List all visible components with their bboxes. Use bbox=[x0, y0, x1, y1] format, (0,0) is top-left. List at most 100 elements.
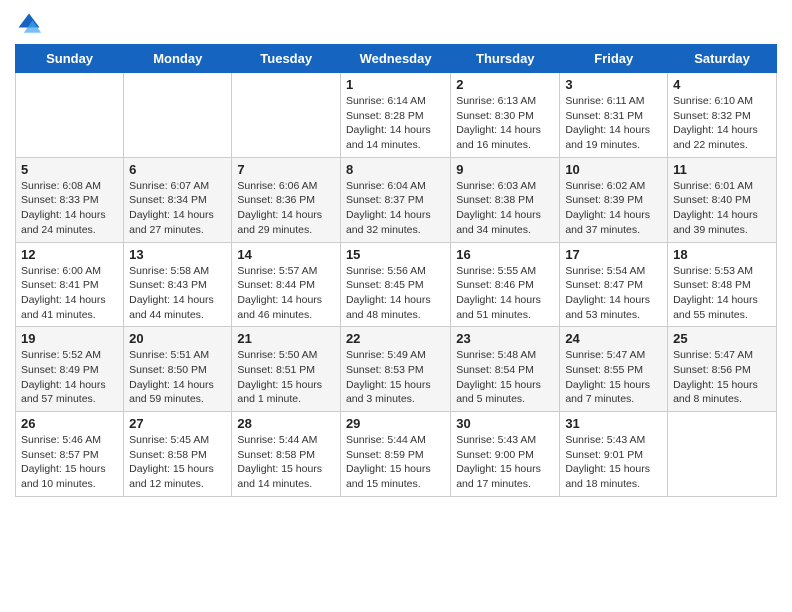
day-info: Sunrise: 5:58 AMSunset: 8:43 PMDaylight:… bbox=[129, 264, 226, 323]
day-number: 1 bbox=[346, 77, 445, 92]
day-number: 12 bbox=[21, 247, 118, 262]
calendar-cell: 22 Sunrise: 5:49 AMSunset: 8:53 PMDayligh… bbox=[340, 327, 450, 412]
day-number: 30 bbox=[456, 416, 554, 431]
calendar-cell: 20Sunrise: 5:51 AMSunset: 8:50 PMDayligh… bbox=[124, 327, 232, 412]
logo bbox=[15, 10, 47, 38]
day-number: 13 bbox=[129, 247, 226, 262]
calendar-cell: 10Sunrise: 6:02 AMSunset: 8:39 PMDayligh… bbox=[560, 157, 668, 242]
day-number: 31 bbox=[565, 416, 662, 431]
calendar-table: SundayMondayTuesdayWednesdayThursdayFrid… bbox=[15, 44, 777, 497]
calendar-cell: 5Sunrise: 6:08 AMSunset: 8:33 PMDaylight… bbox=[16, 157, 124, 242]
day-info: Sunrise: 6:10 AMSunset: 8:32 PMDaylight:… bbox=[673, 94, 771, 153]
day-number: 25 bbox=[673, 331, 771, 346]
day-number: 14 bbox=[237, 247, 335, 262]
calendar-cell: 25 Sunrise: 5:47 AMSunset: 8:56 PMDayligh… bbox=[668, 327, 777, 412]
calendar-cell: 6 Sunrise: 6:07 AMSunset: 8:34 PMDaylight… bbox=[124, 157, 232, 242]
day-info: Sunrise: 5:43 AMSunset: 9:01 PMDaylight:… bbox=[565, 433, 662, 492]
calendar-week-row: 12 Sunrise: 6:00 AMSunset: 8:41 PMDayligh… bbox=[16, 242, 777, 327]
calendar-cell: 21 Sunrise: 5:50 AMSunset: 8:51 PMDayligh… bbox=[232, 327, 341, 412]
calendar-cell bbox=[124, 73, 232, 158]
calendar-cell: 13 Sunrise: 5:58 AMSunset: 8:43 PMDayligh… bbox=[124, 242, 232, 327]
calendar-week-row: 1 Sunrise: 6:14 AMSunset: 8:28 PMDaylight… bbox=[16, 73, 777, 158]
calendar-day-header: Tuesday bbox=[232, 45, 341, 73]
day-info: Sunrise: 6:14 AMSunset: 8:28 PMDaylight:… bbox=[346, 94, 445, 153]
page: SundayMondayTuesdayWednesdayThursdayFrid… bbox=[0, 0, 792, 612]
day-number: 21 bbox=[237, 331, 335, 346]
day-info: Sunrise: 6:00 AMSunset: 8:41 PMDaylight:… bbox=[21, 264, 118, 323]
calendar-cell bbox=[16, 73, 124, 158]
day-info: Sunrise: 5:45 AMSunset: 8:58 PMDaylight:… bbox=[129, 433, 226, 492]
calendar-day-header: Thursday bbox=[451, 45, 560, 73]
calendar-cell bbox=[668, 412, 777, 497]
day-info: Sunrise: 5:49 AMSunset: 8:53 PMDaylight:… bbox=[346, 348, 445, 407]
day-number: 20 bbox=[129, 331, 226, 346]
calendar-cell: 8Sunrise: 6:04 AMSunset: 8:37 PMDaylight… bbox=[340, 157, 450, 242]
calendar-cell: 29Sunrise: 5:44 AMSunset: 8:59 PMDayligh… bbox=[340, 412, 450, 497]
calendar-cell: 19 Sunrise: 5:52 AMSunset: 8:49 PMDayligh… bbox=[16, 327, 124, 412]
day-number: 23 bbox=[456, 331, 554, 346]
day-number: 7 bbox=[237, 162, 335, 177]
header bbox=[15, 10, 777, 38]
day-info: Sunrise: 5:50 AMSunset: 8:51 PMDaylight:… bbox=[237, 348, 335, 407]
day-number: 19 bbox=[21, 331, 118, 346]
day-info: Sunrise: 6:06 AMSunset: 8:36 PMDaylight:… bbox=[237, 179, 335, 238]
calendar-cell: 30 Sunrise: 5:43 AMSunset: 9:00 PMDayligh… bbox=[451, 412, 560, 497]
calendar-cell: 14 Sunrise: 5:57 AMSunset: 8:44 PMDayligh… bbox=[232, 242, 341, 327]
day-number: 11 bbox=[673, 162, 771, 177]
day-info: Sunrise: 5:44 AMSunset: 8:58 PMDaylight:… bbox=[237, 433, 335, 492]
day-info: Sunrise: 5:47 AMSunset: 8:56 PMDaylight:… bbox=[673, 348, 771, 407]
calendar-day-header: Saturday bbox=[668, 45, 777, 73]
day-info: Sunrise: 5:53 AMSunset: 8:48 PMDaylight:… bbox=[673, 264, 771, 323]
day-info: Sunrise: 5:52 AMSunset: 8:49 PMDaylight:… bbox=[21, 348, 118, 407]
logo-icon bbox=[15, 10, 43, 38]
calendar-header-row: SundayMondayTuesdayWednesdayThursdayFrid… bbox=[16, 45, 777, 73]
day-number: 10 bbox=[565, 162, 662, 177]
calendar-cell: 2 Sunrise: 6:13 AMSunset: 8:30 PMDaylight… bbox=[451, 73, 560, 158]
day-info: Sunrise: 5:57 AMSunset: 8:44 PMDaylight:… bbox=[237, 264, 335, 323]
day-info: Sunrise: 6:13 AMSunset: 8:30 PMDaylight:… bbox=[456, 94, 554, 153]
calendar-cell: 24Sunrise: 5:47 AMSunset: 8:55 PMDayligh… bbox=[560, 327, 668, 412]
calendar-cell bbox=[232, 73, 341, 158]
calendar-cell: 4Sunrise: 6:10 AMSunset: 8:32 PMDaylight… bbox=[668, 73, 777, 158]
day-info: Sunrise: 5:46 AMSunset: 8:57 PMDaylight:… bbox=[21, 433, 118, 492]
day-info: Sunrise: 5:55 AMSunset: 8:46 PMDaylight:… bbox=[456, 264, 554, 323]
calendar-week-row: 26 Sunrise: 5:46 AMSunset: 8:57 PMDayligh… bbox=[16, 412, 777, 497]
calendar-cell: 11 Sunrise: 6:01 AMSunset: 8:40 PMDayligh… bbox=[668, 157, 777, 242]
day-number: 29 bbox=[346, 416, 445, 431]
day-number: 24 bbox=[565, 331, 662, 346]
day-number: 27 bbox=[129, 416, 226, 431]
day-number: 28 bbox=[237, 416, 335, 431]
calendar-cell: 17Sunrise: 5:54 AMSunset: 8:47 PMDayligh… bbox=[560, 242, 668, 327]
calendar-cell: 15 Sunrise: 5:56 AMSunset: 8:45 PMDayligh… bbox=[340, 242, 450, 327]
day-number: 6 bbox=[129, 162, 226, 177]
calendar-day-header: Monday bbox=[124, 45, 232, 73]
day-number: 9 bbox=[456, 162, 554, 177]
day-info: Sunrise: 6:01 AMSunset: 8:40 PMDaylight:… bbox=[673, 179, 771, 238]
day-info: Sunrise: 5:56 AMSunset: 8:45 PMDaylight:… bbox=[346, 264, 445, 323]
calendar-cell: 12 Sunrise: 6:00 AMSunset: 8:41 PMDayligh… bbox=[16, 242, 124, 327]
calendar-cell: 3 Sunrise: 6:11 AMSunset: 8:31 PMDaylight… bbox=[560, 73, 668, 158]
calendar-cell: 7 Sunrise: 6:06 AMSunset: 8:36 PMDaylight… bbox=[232, 157, 341, 242]
day-info: Sunrise: 6:08 AMSunset: 8:33 PMDaylight:… bbox=[21, 179, 118, 238]
day-number: 3 bbox=[565, 77, 662, 92]
calendar-cell: 28 Sunrise: 5:44 AMSunset: 8:58 PMDayligh… bbox=[232, 412, 341, 497]
day-number: 26 bbox=[21, 416, 118, 431]
day-number: 2 bbox=[456, 77, 554, 92]
calendar-week-row: 19 Sunrise: 5:52 AMSunset: 8:49 PMDayligh… bbox=[16, 327, 777, 412]
day-info: Sunrise: 6:11 AMSunset: 8:31 PMDaylight:… bbox=[565, 94, 662, 153]
calendar-cell: 31 Sunrise: 5:43 AMSunset: 9:01 PMDayligh… bbox=[560, 412, 668, 497]
calendar-cell: 9Sunrise: 6:03 AMSunset: 8:38 PMDaylight… bbox=[451, 157, 560, 242]
day-info: Sunrise: 5:43 AMSunset: 9:00 PMDaylight:… bbox=[456, 433, 554, 492]
calendar-cell: 23Sunrise: 5:48 AMSunset: 8:54 PMDayligh… bbox=[451, 327, 560, 412]
day-info: Sunrise: 6:07 AMSunset: 8:34 PMDaylight:… bbox=[129, 179, 226, 238]
calendar-cell: 18 Sunrise: 5:53 AMSunset: 8:48 PMDayligh… bbox=[668, 242, 777, 327]
calendar-cell: 26 Sunrise: 5:46 AMSunset: 8:57 PMDayligh… bbox=[16, 412, 124, 497]
day-info: Sunrise: 5:54 AMSunset: 8:47 PMDaylight:… bbox=[565, 264, 662, 323]
calendar-day-header: Sunday bbox=[16, 45, 124, 73]
day-number: 15 bbox=[346, 247, 445, 262]
day-number: 22 bbox=[346, 331, 445, 346]
calendar-cell: 16Sunrise: 5:55 AMSunset: 8:46 PMDayligh… bbox=[451, 242, 560, 327]
calendar-day-header: Wednesday bbox=[340, 45, 450, 73]
calendar-cell: 1 Sunrise: 6:14 AMSunset: 8:28 PMDaylight… bbox=[340, 73, 450, 158]
day-number: 18 bbox=[673, 247, 771, 262]
